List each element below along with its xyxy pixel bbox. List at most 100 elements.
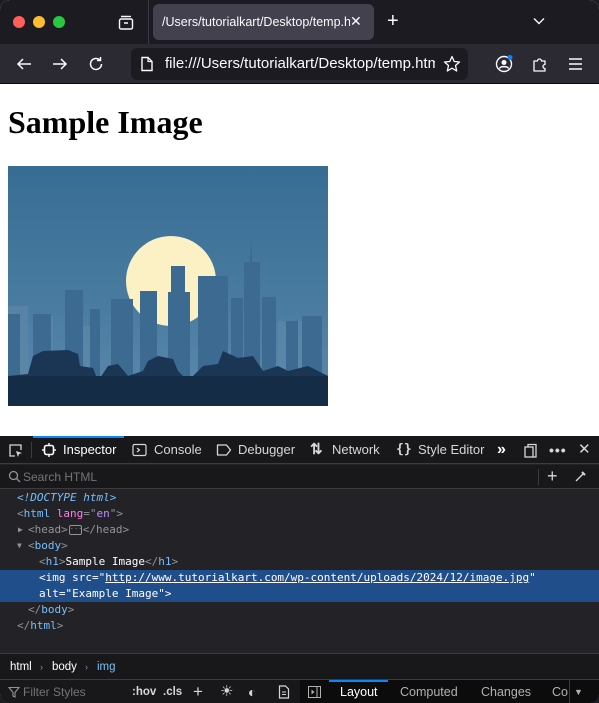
- account-icon[interactable]: [495, 55, 513, 73]
- filter-styles-input[interactable]: [23, 683, 123, 701]
- tab-network[interactable]: ⇅ Network: [310, 436, 380, 464]
- browser-tab[interactable]: /Users/tutorialkart/Desktop/temp.html: [153, 4, 374, 40]
- url-bar[interactable]: file:///Users/tutorialkart/Desktop/temp.…: [131, 48, 468, 80]
- tag-name: head: [96, 523, 123, 536]
- back-arrow-icon[interactable]: [15, 55, 33, 73]
- devtools-toolbar: Inspector Console Debugger ⇅ Network {} …: [0, 436, 599, 464]
- dock-side-icon[interactable]: [523, 443, 538, 458]
- tab-changes[interactable]: Changes: [481, 680, 531, 703]
- tab-label: Style Editor: [418, 442, 485, 457]
- add-node-plus-icon[interactable]: +: [547, 465, 558, 487]
- markup-line-body-close[interactable]: </body>: [0, 602, 599, 618]
- url-text[interactable]: file:///Users/tutorialkart/Desktop/temp.…: [165, 48, 435, 80]
- tab-layout[interactable]: Layout: [340, 680, 378, 703]
- search-html-input[interactable]: [23, 468, 523, 486]
- filter-funnel-icon: [8, 686, 20, 698]
- cls-toggle[interactable]: .cls: [163, 680, 182, 703]
- more-options-icon[interactable]: •••: [549, 436, 567, 464]
- zoom-window-button[interactable]: [53, 16, 65, 28]
- attr-name: lang: [56, 507, 84, 520]
- tag-name: body: [41, 603, 68, 616]
- attr-name: alt: [39, 587, 59, 600]
- close-window-button[interactable]: [13, 16, 25, 28]
- chevron-right-icon: ›: [40, 662, 43, 672]
- forward-arrow-icon[interactable]: [51, 55, 69, 73]
- dark-mode-contrast-icon[interactable]: ◐: [248, 680, 256, 703]
- sidebar-tabs: Layout Computed Changes Co ▼: [300, 680, 599, 703]
- breadcrumb-html[interactable]: html: [10, 654, 32, 680]
- light-mode-sun-icon[interactable]: ☀: [220, 680, 233, 703]
- markup-line-img-selected[interactable]: <img src="http://www.tutorialkart.com/wp…: [0, 570, 599, 602]
- attr-value: Example Image: [72, 587, 159, 600]
- more-tabs-chevron-icon[interactable]: »: [497, 436, 506, 464]
- divider: [569, 680, 570, 703]
- tab-bar: /Users/tutorialkart/Desktop/temp.html ✕ …: [0, 0, 599, 44]
- close-devtools-icon[interactable]: ✕: [578, 436, 591, 464]
- search-icon: [8, 470, 21, 483]
- divider: [148, 0, 149, 44]
- collapse-triangle-icon[interactable]: ▼: [17, 538, 22, 554]
- search-html-bar[interactable]: +: [0, 465, 599, 489]
- hov-toggle[interactable]: :hov: [132, 680, 156, 703]
- tab-label: Debugger: [238, 442, 296, 457]
- navigation-toolbar: file:///Users/tutorialkart/Desktop/temp.…: [0, 44, 599, 84]
- tab-overview-icon[interactable]: [117, 13, 135, 31]
- text-node: Sample Image: [65, 555, 145, 568]
- collapsed-ellipsis-icon[interactable]: ···: [68, 525, 82, 535]
- tab-debugger[interactable]: Debugger: [216, 436, 295, 464]
- markup-line-body[interactable]: ▼ <body>: [0, 538, 599, 554]
- print-media-document-icon[interactable]: [278, 685, 290, 699]
- tag-name: img: [45, 571, 66, 584]
- markup-line-head[interactable]: ▶ <head> ···</head>: [0, 522, 599, 538]
- tab-label: Console: [154, 442, 202, 457]
- close-icon[interactable]: ✕: [350, 12, 362, 30]
- add-rule-plus-icon[interactable]: +: [193, 680, 203, 703]
- plus-icon[interactable]: +: [387, 11, 399, 31]
- tab-compatibility[interactable]: Co: [552, 680, 568, 703]
- tab-console[interactable]: Console: [132, 436, 202, 464]
- markup-line-html-close[interactable]: </html>: [0, 618, 599, 634]
- tag-name: h1: [158, 555, 172, 568]
- reload-icon[interactable]: [87, 55, 105, 73]
- tab-inspector[interactable]: Inspector: [42, 436, 116, 464]
- sample-image: [8, 166, 328, 406]
- divider: [31, 442, 32, 458]
- page-heading: Sample Image: [8, 104, 203, 140]
- chevron-right-icon: ›: [85, 662, 88, 672]
- inspector-icon: [42, 443, 56, 457]
- minimize-window-button[interactable]: [33, 16, 45, 28]
- divider: [538, 469, 539, 485]
- expand-triangle-icon[interactable]: ▶: [18, 522, 23, 538]
- toggle-sidebar-icon[interactable]: [308, 686, 321, 698]
- eyedropper-icon[interactable]: [574, 470, 587, 483]
- tab-label: Inspector: [63, 442, 117, 457]
- extensions-puzzle-icon[interactable]: [531, 55, 549, 73]
- tab-title: /Users/tutorialkart/Desktop/temp.html: [162, 15, 350, 29]
- tab-computed[interactable]: Computed: [400, 680, 458, 703]
- tag-name: body: [34, 539, 62, 552]
- markup-view: <!DOCTYPE html> <html lang="en"> ▶ <head>…: [0, 490, 599, 652]
- chevron-down-icon[interactable]: [532, 14, 546, 28]
- tab-style-editor[interactable]: {} Style Editor: [396, 436, 484, 464]
- breadcrumb-img[interactable]: img: [97, 654, 116, 680]
- markup-line-doctype[interactable]: <!DOCTYPE html>: [0, 490, 599, 506]
- debugger-icon: [216, 444, 232, 456]
- more-tabs-dropdown-icon[interactable]: ▼: [574, 680, 583, 703]
- hamburger-menu-icon[interactable]: [567, 55, 585, 73]
- attr-name: src: [72, 571, 92, 584]
- breadcrumb-body[interactable]: body: [52, 654, 77, 680]
- tag-name: h1: [45, 555, 59, 568]
- console-icon: [132, 443, 147, 457]
- markup-line-h1[interactable]: <h1>Sample Image</h1>: [0, 554, 599, 570]
- element-picker-icon[interactable]: [8, 443, 23, 458]
- tag-name: html: [30, 619, 57, 632]
- devtools-panel: Inspector Console Debugger ⇅ Network {} …: [0, 436, 599, 703]
- src-link[interactable]: http://www.tutorialkart.com/wp-content/u…: [105, 571, 529, 584]
- browser-window: /Users/tutorialkart/Desktop/temp.html ✕ …: [0, 0, 599, 703]
- page-content: Sample Image: [0, 85, 599, 436]
- tag-name: html: [23, 507, 51, 520]
- braces-icon: {}: [396, 442, 412, 457]
- rules-toolbar: :hov .cls + ☀ ◐ Layout Computed Changes …: [0, 679, 599, 703]
- markup-line-html[interactable]: <html lang="en">: [0, 506, 599, 522]
- star-bookmark-icon[interactable]: [443, 55, 461, 73]
